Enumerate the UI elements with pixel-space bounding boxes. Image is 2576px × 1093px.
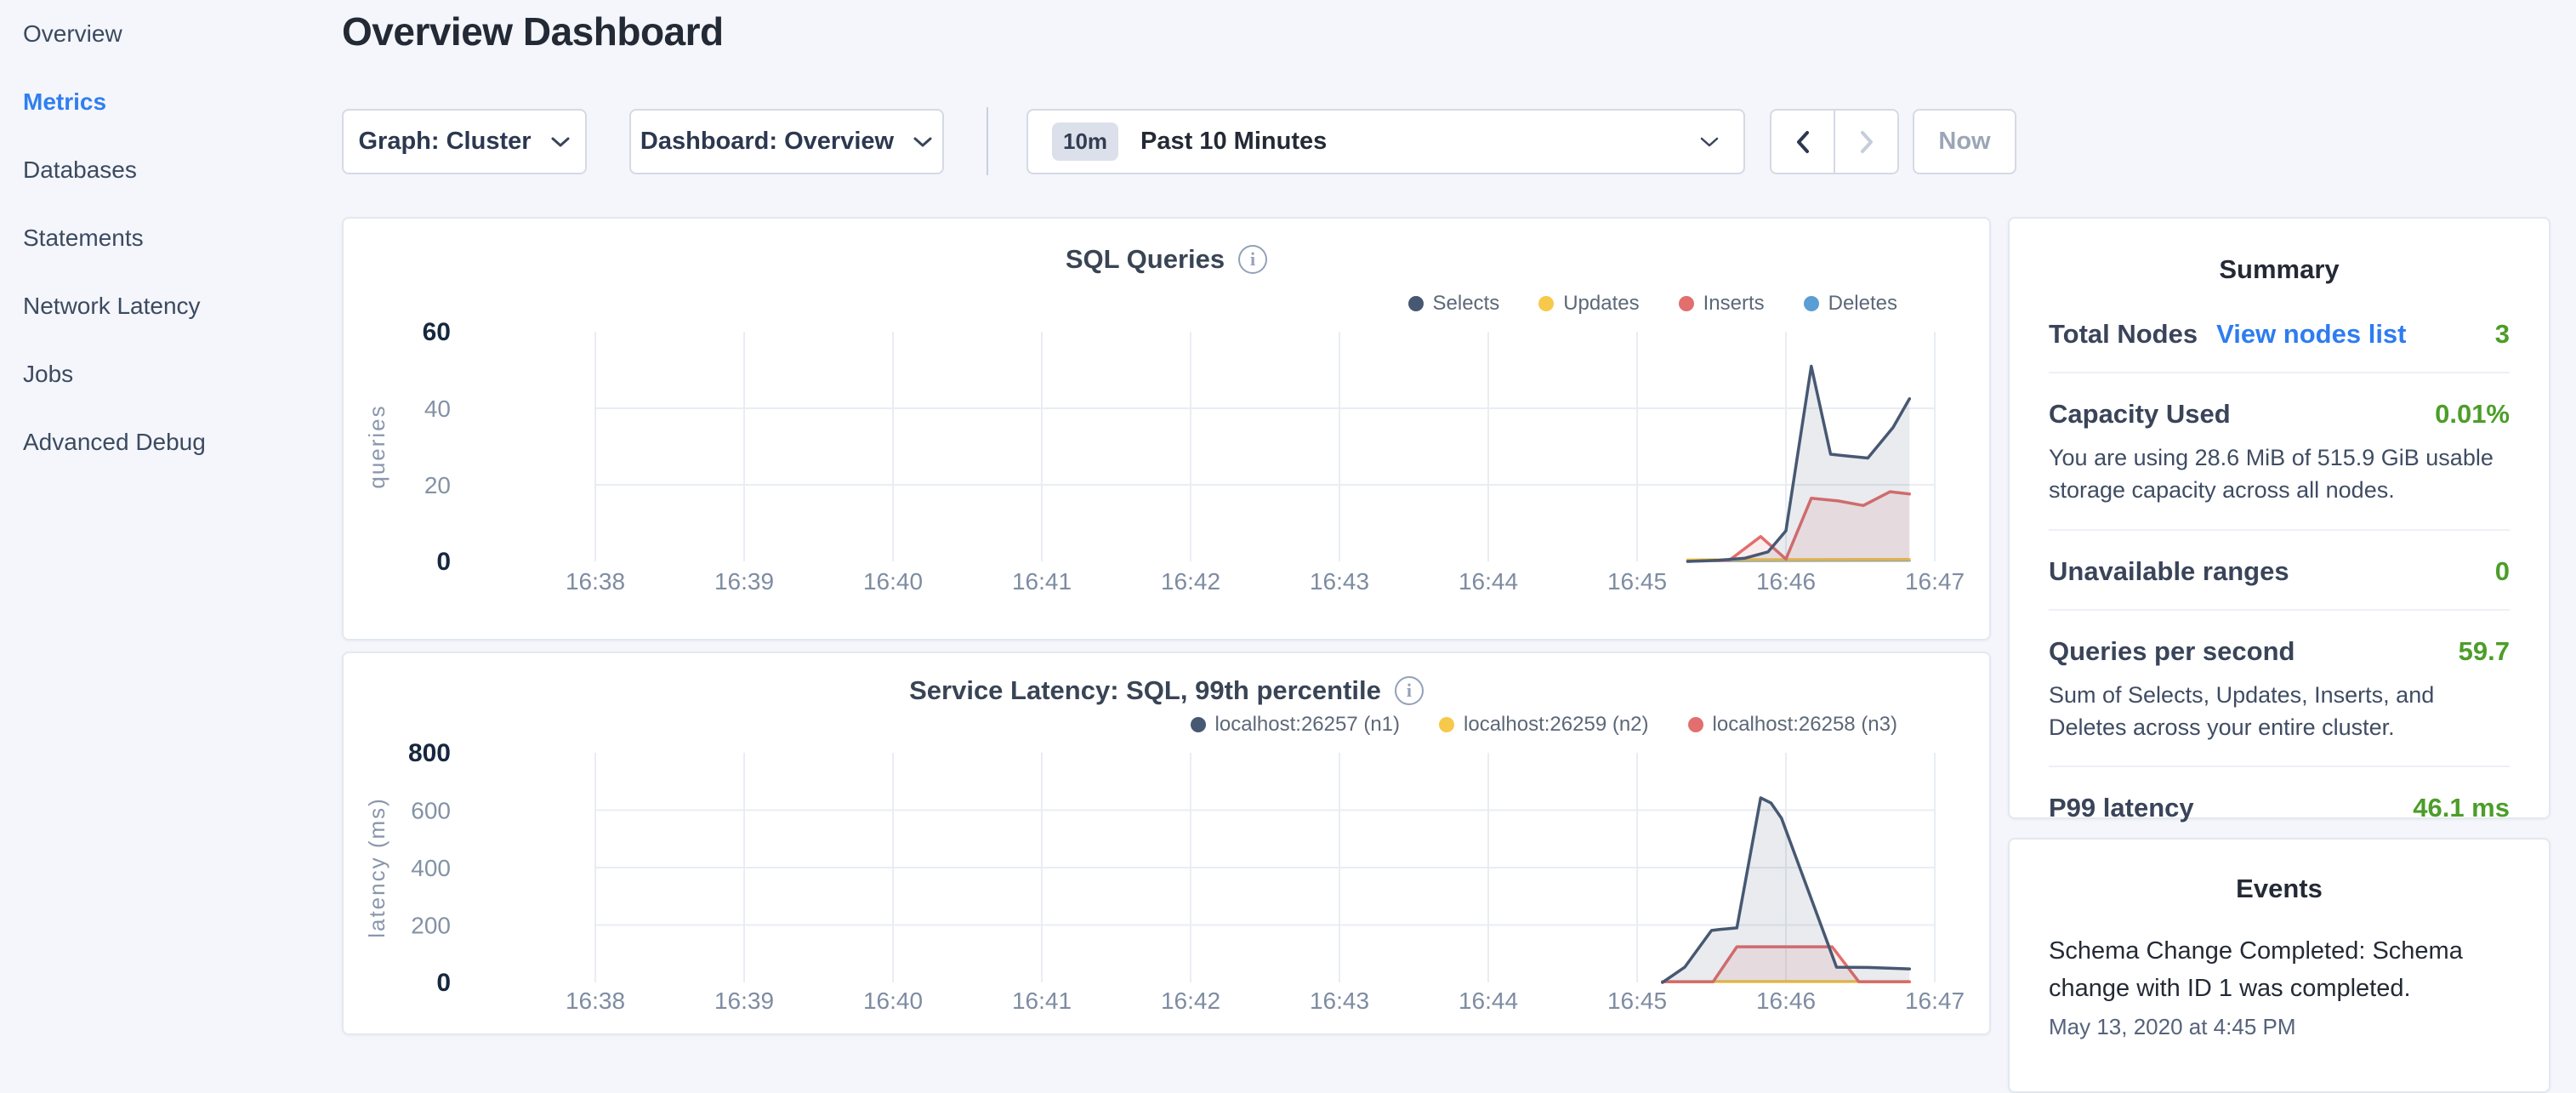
- summary-row-label: Capacity Used: [2049, 399, 2231, 430]
- graph-dropdown-label: Graph: Cluster: [358, 128, 531, 156]
- sidebar-item-network-latency[interactable]: Network Latency: [0, 272, 340, 340]
- summary-row-line: Unavailable ranges 0: [2049, 556, 2510, 587]
- summary-row-label: P99 latency: [2049, 793, 2194, 823]
- summary-row-label: Queries per second: [2049, 636, 2295, 667]
- svg-text:16:47: 16:47: [1905, 568, 1965, 595]
- events-title: Events: [2049, 874, 2510, 904]
- time-step-buttons: [1770, 109, 1899, 174]
- dashboard-dropdown[interactable]: Dashboard: Overview: [629, 109, 944, 174]
- summary-row-value: 3: [2495, 319, 2510, 350]
- summary-row-line: Total Nodes View nodes list 3: [2049, 319, 2510, 350]
- sidebar-item-jobs[interactable]: Jobs: [0, 340, 340, 408]
- svg-text:16:46: 16:46: [1756, 568, 1816, 595]
- summary-title: Summary: [2049, 254, 2510, 285]
- time-next-button[interactable]: [1834, 111, 1897, 173]
- chevron-down-icon: [550, 136, 571, 148]
- view-nodes-list-link[interactable]: View nodes list: [2216, 319, 2406, 350]
- svg-text:16:45: 16:45: [1607, 568, 1667, 595]
- svg-text:16:44: 16:44: [1459, 988, 1518, 1014]
- summary-row: P99 latency 46.1 ms: [2049, 766, 2510, 845]
- svg-text:16:43: 16:43: [1310, 988, 1369, 1014]
- events-panel: Events Schema Change Completed: Schema c…: [2008, 838, 2550, 1093]
- svg-text:600: 600: [411, 798, 451, 824]
- time-range-selector[interactable]: 10m Past 10 Minutes: [1026, 109, 1745, 174]
- sql-queries-chart: 16:38 16:39 16:40 16:41 16:42 16:43 16:44 16:45…: [344, 219, 1989, 639]
- svg-text:16:42: 16:42: [1161, 568, 1220, 595]
- svg-text:16:42: 16:42: [1161, 988, 1220, 1014]
- events-list: Schema Change Completed: Schema change w…: [2049, 933, 2510, 1040]
- svg-text:16:45: 16:45: [1607, 988, 1667, 1014]
- summary-row-line: P99 latency 46.1 ms: [2049, 793, 2510, 823]
- svg-text:16:38: 16:38: [566, 988, 625, 1014]
- svg-text:16:38: 16:38: [566, 568, 625, 595]
- svg-text:16:40: 16:40: [863, 988, 923, 1014]
- sidebar-item-statements[interactable]: Statements: [0, 204, 340, 272]
- svg-text:60: 60: [423, 318, 451, 346]
- service-latency-panel: Service Latency: SQL, 99th percentile i …: [342, 652, 1991, 1035]
- service-latency-chart: 16:38 16:39 16:40 16:41 16:42 16:43 16:44 16:45…: [344, 653, 1989, 1033]
- now-button[interactable]: Now: [1913, 109, 2016, 174]
- svg-text:0: 0: [436, 548, 451, 576]
- time-range-badge: 10m: [1052, 122, 1118, 161]
- svg-text:queries: queries: [364, 404, 390, 488]
- sidebar-item-databases[interactable]: Databases: [0, 136, 340, 204]
- toolbar-divider: [987, 107, 988, 175]
- summary-row: Unavailable ranges 0: [2049, 529, 2510, 609]
- svg-text:800: 800: [408, 739, 451, 767]
- svg-text:16:47: 16:47: [1905, 988, 1965, 1014]
- svg-text:400: 400: [411, 855, 451, 881]
- chevron-left-icon: [1792, 128, 1814, 156]
- summary-row-description: You are using 28.6 MiB of 515.9 GiB usab…: [2049, 441, 2510, 507]
- svg-text:16:41: 16:41: [1012, 568, 1072, 595]
- svg-text:0: 0: [436, 969, 451, 997]
- svg-text:200: 200: [411, 913, 451, 939]
- svg-text:latency (ms): latency (ms): [364, 797, 390, 938]
- summary-row-description: Sum of Selects, Updates, Inserts, and De…: [2049, 679, 2510, 744]
- summary-row-line: Capacity Used 0.01%: [2049, 399, 2510, 430]
- event-text: Schema Change Completed: Schema change w…: [2049, 933, 2510, 1007]
- sidebar: OverviewMetricsDatabasesStatementsNetwor…: [0, 0, 340, 1051]
- summary-panel: Summary Total Nodes View nodes list 3 Capac…: [2008, 217, 2550, 819]
- time-prev-button[interactable]: [1771, 111, 1834, 173]
- summary-row: Capacity Used 0.01% You are using 28.6 MiB…: [2049, 372, 2510, 529]
- summary-row-label: Total Nodes: [2049, 319, 2198, 350]
- summary-row: Total Nodes View nodes list 3: [2049, 293, 2510, 372]
- svg-text:16:41: 16:41: [1012, 988, 1072, 1014]
- svg-text:16:40: 16:40: [863, 568, 923, 595]
- sidebar-nav: OverviewMetricsDatabasesStatementsNetwor…: [0, 0, 340, 476]
- svg-text:20: 20: [424, 472, 451, 498]
- sidebar-item-overview[interactable]: Overview: [0, 0, 340, 68]
- summary-row-value: 46.1 ms: [2413, 793, 2510, 823]
- event-timestamp: May 13, 2020 at 4:45 PM: [2049, 1014, 2510, 1040]
- chevron-down-icon: [1699, 136, 1720, 148]
- page-title: Overview Dashboard: [342, 9, 724, 54]
- chevron-right-icon: [1856, 128, 1878, 156]
- summary-row: Queries per second 59.7 Sum of Selects, Up…: [2049, 609, 2510, 766]
- svg-text:16:46: 16:46: [1756, 988, 1816, 1014]
- sql-queries-panel: SQL Queries i SelectsUpdatesInsertsDelet…: [342, 217, 1991, 640]
- summary-rows: Total Nodes View nodes list 3 Capacity Used…: [2049, 293, 2510, 845]
- svg-text:40: 40: [424, 396, 451, 422]
- dashboard-dropdown-label: Dashboard: Overview: [640, 128, 894, 156]
- summary-row-value: 59.7: [2459, 636, 2510, 667]
- summary-row-label: Unavailable ranges: [2049, 556, 2289, 587]
- svg-text:16:44: 16:44: [1459, 568, 1518, 595]
- sidebar-item-advanced-debug[interactable]: Advanced Debug: [0, 408, 340, 476]
- summary-row-line: Queries per second 59.7: [2049, 636, 2510, 667]
- svg-text:16:39: 16:39: [714, 988, 774, 1014]
- graph-dropdown[interactable]: Graph: Cluster: [342, 109, 587, 174]
- svg-text:16:39: 16:39: [714, 568, 774, 595]
- time-range-label: Past 10 Minutes: [1140, 128, 1327, 156]
- chevron-down-icon: [913, 136, 933, 148]
- summary-row-value: 0.01%: [2435, 399, 2510, 430]
- sidebar-item-metrics[interactable]: Metrics: [0, 68, 340, 136]
- summary-row-value: 0: [2495, 556, 2510, 587]
- svg-text:16:43: 16:43: [1310, 568, 1369, 595]
